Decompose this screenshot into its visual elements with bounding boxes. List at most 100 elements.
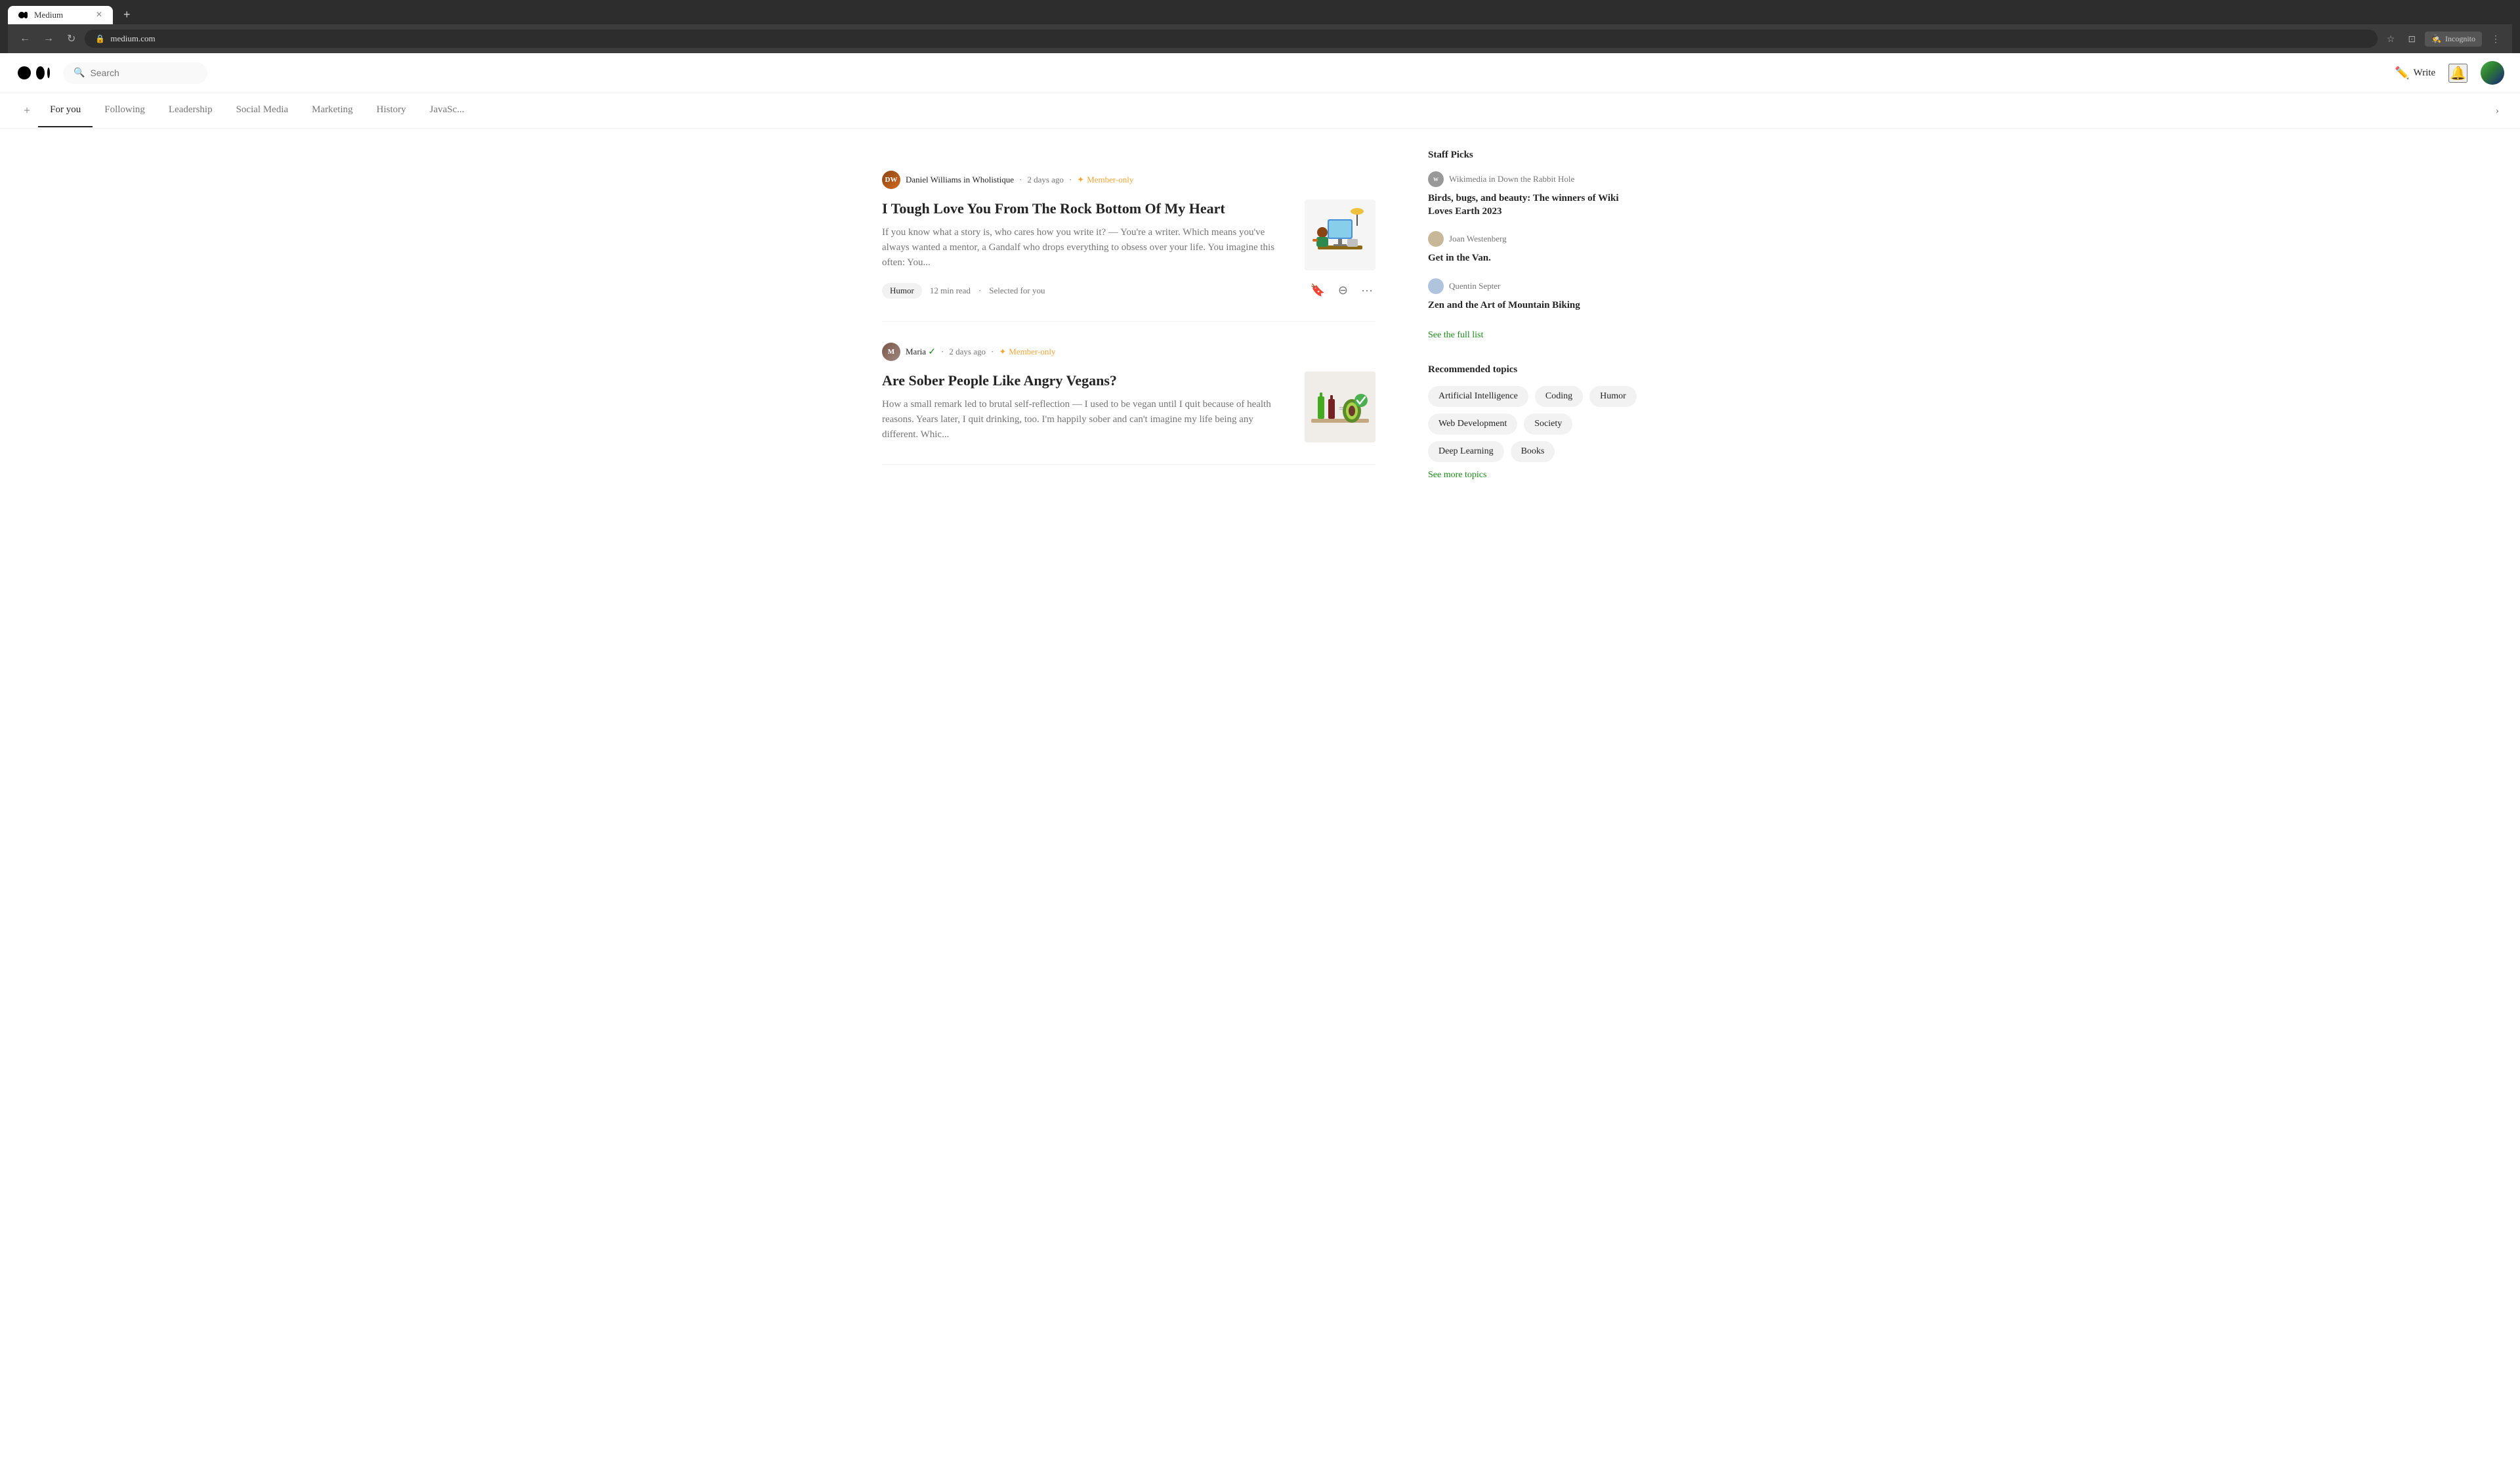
- pub-initials: W: [1433, 177, 1438, 182]
- article-excerpt: If you know what a story is, who cares h…: [882, 225, 1292, 271]
- search-bar[interactable]: 🔍: [63, 62, 207, 84]
- active-tab[interactable]: Medium ✕: [8, 6, 113, 24]
- topic-chip-deep-learning[interactable]: Deep Learning: [1428, 441, 1504, 462]
- tab-title: Medium: [34, 10, 63, 20]
- list-item: Joan Westenberg Get in the Van.: [1428, 231, 1638, 265]
- author-avatar[interactable]: [1428, 231, 1444, 247]
- member-label: Member-only: [1087, 175, 1133, 185]
- topic-chip-coding[interactable]: Coding: [1535, 386, 1583, 407]
- article-byline: Daniel Williams in Wholistique: [906, 175, 1014, 185]
- pick-meta-2: Joan Westenberg: [1428, 231, 1638, 247]
- topic-chip-society[interactable]: Society: [1524, 414, 1572, 435]
- sidebar: Staff Picks W Wikimedia in Down the Rabb…: [1428, 150, 1638, 504]
- forward-button[interactable]: →: [39, 30, 58, 47]
- hide-button[interactable]: ⊖: [1335, 281, 1351, 300]
- pick-meta: W Wikimedia in Down the Rabbit Hole: [1428, 171, 1638, 187]
- topic-chip-webdev[interactable]: Web Development: [1428, 414, 1517, 435]
- see-full-list-link[interactable]: See the full list: [1428, 330, 1483, 341]
- tab-close-button[interactable]: ✕: [96, 10, 102, 20]
- author-link[interactable]: Daniel Williams: [906, 175, 961, 184]
- pick-title-3[interactable]: Zen and the Art of Mountain Biking: [1428, 299, 1638, 312]
- pick-title[interactable]: Birds, bugs, and beauty: The winners of …: [1428, 192, 1638, 218]
- pub-name[interactable]: Wikimedia: [1449, 174, 1486, 184]
- add-topic-button[interactable]: +: [16, 93, 38, 128]
- tab-marketing[interactable]: Marketing: [300, 94, 364, 127]
- user-avatar[interactable]: [2481, 61, 2504, 85]
- new-tab-button[interactable]: +: [118, 5, 136, 24]
- nav-actions: ☆ ⊡ 🕵️ Incognito ⋮: [2383, 31, 2504, 47]
- write-button[interactable]: ✏️ Write: [2395, 66, 2435, 80]
- avatar[interactable]: DW: [882, 171, 900, 189]
- see-more-topics-link[interactable]: See more topics: [1428, 470, 1486, 480]
- menu-button[interactable]: ⋮: [2487, 31, 2504, 47]
- search-input[interactable]: [90, 68, 195, 78]
- article-meta: DW Daniel Williams in Wholistique · 2 da…: [882, 171, 1376, 189]
- article-title-2[interactable]: Are Sober People Like Angry Vegans?: [882, 372, 1292, 391]
- article-tag[interactable]: Humor: [882, 283, 922, 299]
- bookmark-button[interactable]: ☆: [2383, 31, 2399, 47]
- tab-favicon: [18, 10, 29, 20]
- topic-chip-ai[interactable]: Artificial Intelligence: [1428, 386, 1528, 407]
- pub-in: in: [1489, 174, 1498, 184]
- author-initials: DW: [885, 176, 898, 184]
- site-header: 🔍 ✏️ Write 🔔: [0, 53, 2520, 93]
- save-button[interactable]: 🔖: [1308, 281, 1328, 300]
- article-meta-2: M Maria ✓ · 2 days ago · ✦ Member-only: [882, 343, 1376, 361]
- topic-chip-books[interactable]: Books: [1511, 441, 1555, 462]
- main-layout: DW Daniel Williams in Wholistique · 2 da…: [866, 129, 1654, 525]
- recommended-topics-title: Recommended topics: [1428, 364, 1638, 375]
- meta-separator-4: ·: [991, 347, 994, 357]
- pick-author[interactable]: Joan Westenberg: [1449, 234, 1507, 244]
- article-thumbnail[interactable]: [1305, 200, 1376, 270]
- article-footer: Humor 12 min read · Selected for you 🔖 ⊖…: [882, 281, 1376, 300]
- list-item: W Wikimedia in Down the Rabbit Hole Bird…: [1428, 171, 1638, 218]
- list-item: Quentin Septer Zen and the Art of Mounta…: [1428, 278, 1638, 312]
- lock-icon: 🔒: [95, 34, 105, 44]
- search-icon: 🔍: [74, 68, 85, 79]
- star-icon: ✦: [1077, 175, 1084, 185]
- write-label: Write: [2414, 68, 2436, 79]
- tab-history[interactable]: History: [365, 94, 418, 127]
- tab-following[interactable]: Following: [93, 94, 157, 127]
- author-avatar-2[interactable]: [1428, 278, 1444, 294]
- notification-button[interactable]: 🔔: [2448, 64, 2468, 83]
- header-actions: ✏️ Write 🔔: [2395, 61, 2504, 85]
- browser-nav: ← → ↻ 🔒 medium.com ☆ ⊡ 🕵️ Incognito ⋮: [8, 24, 2512, 53]
- address-bar[interactable]: 🔒 medium.com: [85, 30, 2377, 48]
- meta-separator-2: ·: [1069, 175, 1072, 185]
- pick-author-2[interactable]: Quentin Septer: [1449, 281, 1500, 291]
- article-thumbnail-2[interactable]: =: [1305, 372, 1376, 442]
- table-row: DW Daniel Williams in Wholistique · 2 da…: [882, 150, 1376, 322]
- article-time: 2 days ago: [1027, 175, 1064, 185]
- staff-picks-section: Staff Picks W Wikimedia in Down the Rabb…: [1428, 150, 1638, 341]
- tab-javascript[interactable]: JavaSc...: [418, 94, 476, 127]
- article-body-2: Are Sober People Like Angry Vegans? How …: [882, 372, 1376, 442]
- topic-chips: Artificial Intelligence Coding Humor Web…: [1428, 386, 1638, 462]
- article-time-2: 2 days ago: [949, 347, 986, 357]
- reload-button[interactable]: ↻: [63, 30, 79, 48]
- tabs-chevron-right[interactable]: ›: [2490, 95, 2504, 127]
- avatar[interactable]: M: [882, 343, 900, 361]
- tab-social-media[interactable]: Social Media: [224, 94, 301, 127]
- pub-section[interactable]: Down the Rabbit Hole: [1498, 174, 1574, 184]
- publication-avatar[interactable]: W: [1428, 171, 1444, 187]
- medium-logo[interactable]: [16, 64, 50, 82]
- selected-label: Selected for you: [989, 286, 1045, 296]
- incognito-badge: 🕵️ Incognito: [2425, 32, 2482, 47]
- tab-for-you[interactable]: For you: [38, 94, 93, 127]
- pick-title-2[interactable]: Get in the Van.: [1428, 252, 1638, 265]
- tab-leadership[interactable]: Leadership: [157, 94, 224, 127]
- split-view-button[interactable]: ⊡: [2404, 31, 2420, 47]
- publication-link[interactable]: Wholistique: [972, 175, 1014, 184]
- tab-bar: Medium ✕ +: [8, 5, 2512, 24]
- author-link[interactable]: Maria: [906, 347, 926, 356]
- incognito-icon: 🕵️: [2431, 34, 2441, 44]
- article-title[interactable]: I Tough Love You From The Rock Bottom Of…: [882, 200, 1292, 219]
- more-button[interactable]: ···: [1358, 281, 1376, 300]
- byline-in: in: [963, 175, 972, 184]
- back-button[interactable]: ←: [16, 30, 34, 47]
- topic-chip-humor[interactable]: Humor: [1589, 386, 1637, 407]
- verified-icon: ✓: [928, 347, 936, 357]
- article-content: I Tough Love You From The Rock Bottom Of…: [882, 200, 1292, 270]
- recommended-topics-section: Recommended topics Artificial Intelligen…: [1428, 364, 1638, 480]
